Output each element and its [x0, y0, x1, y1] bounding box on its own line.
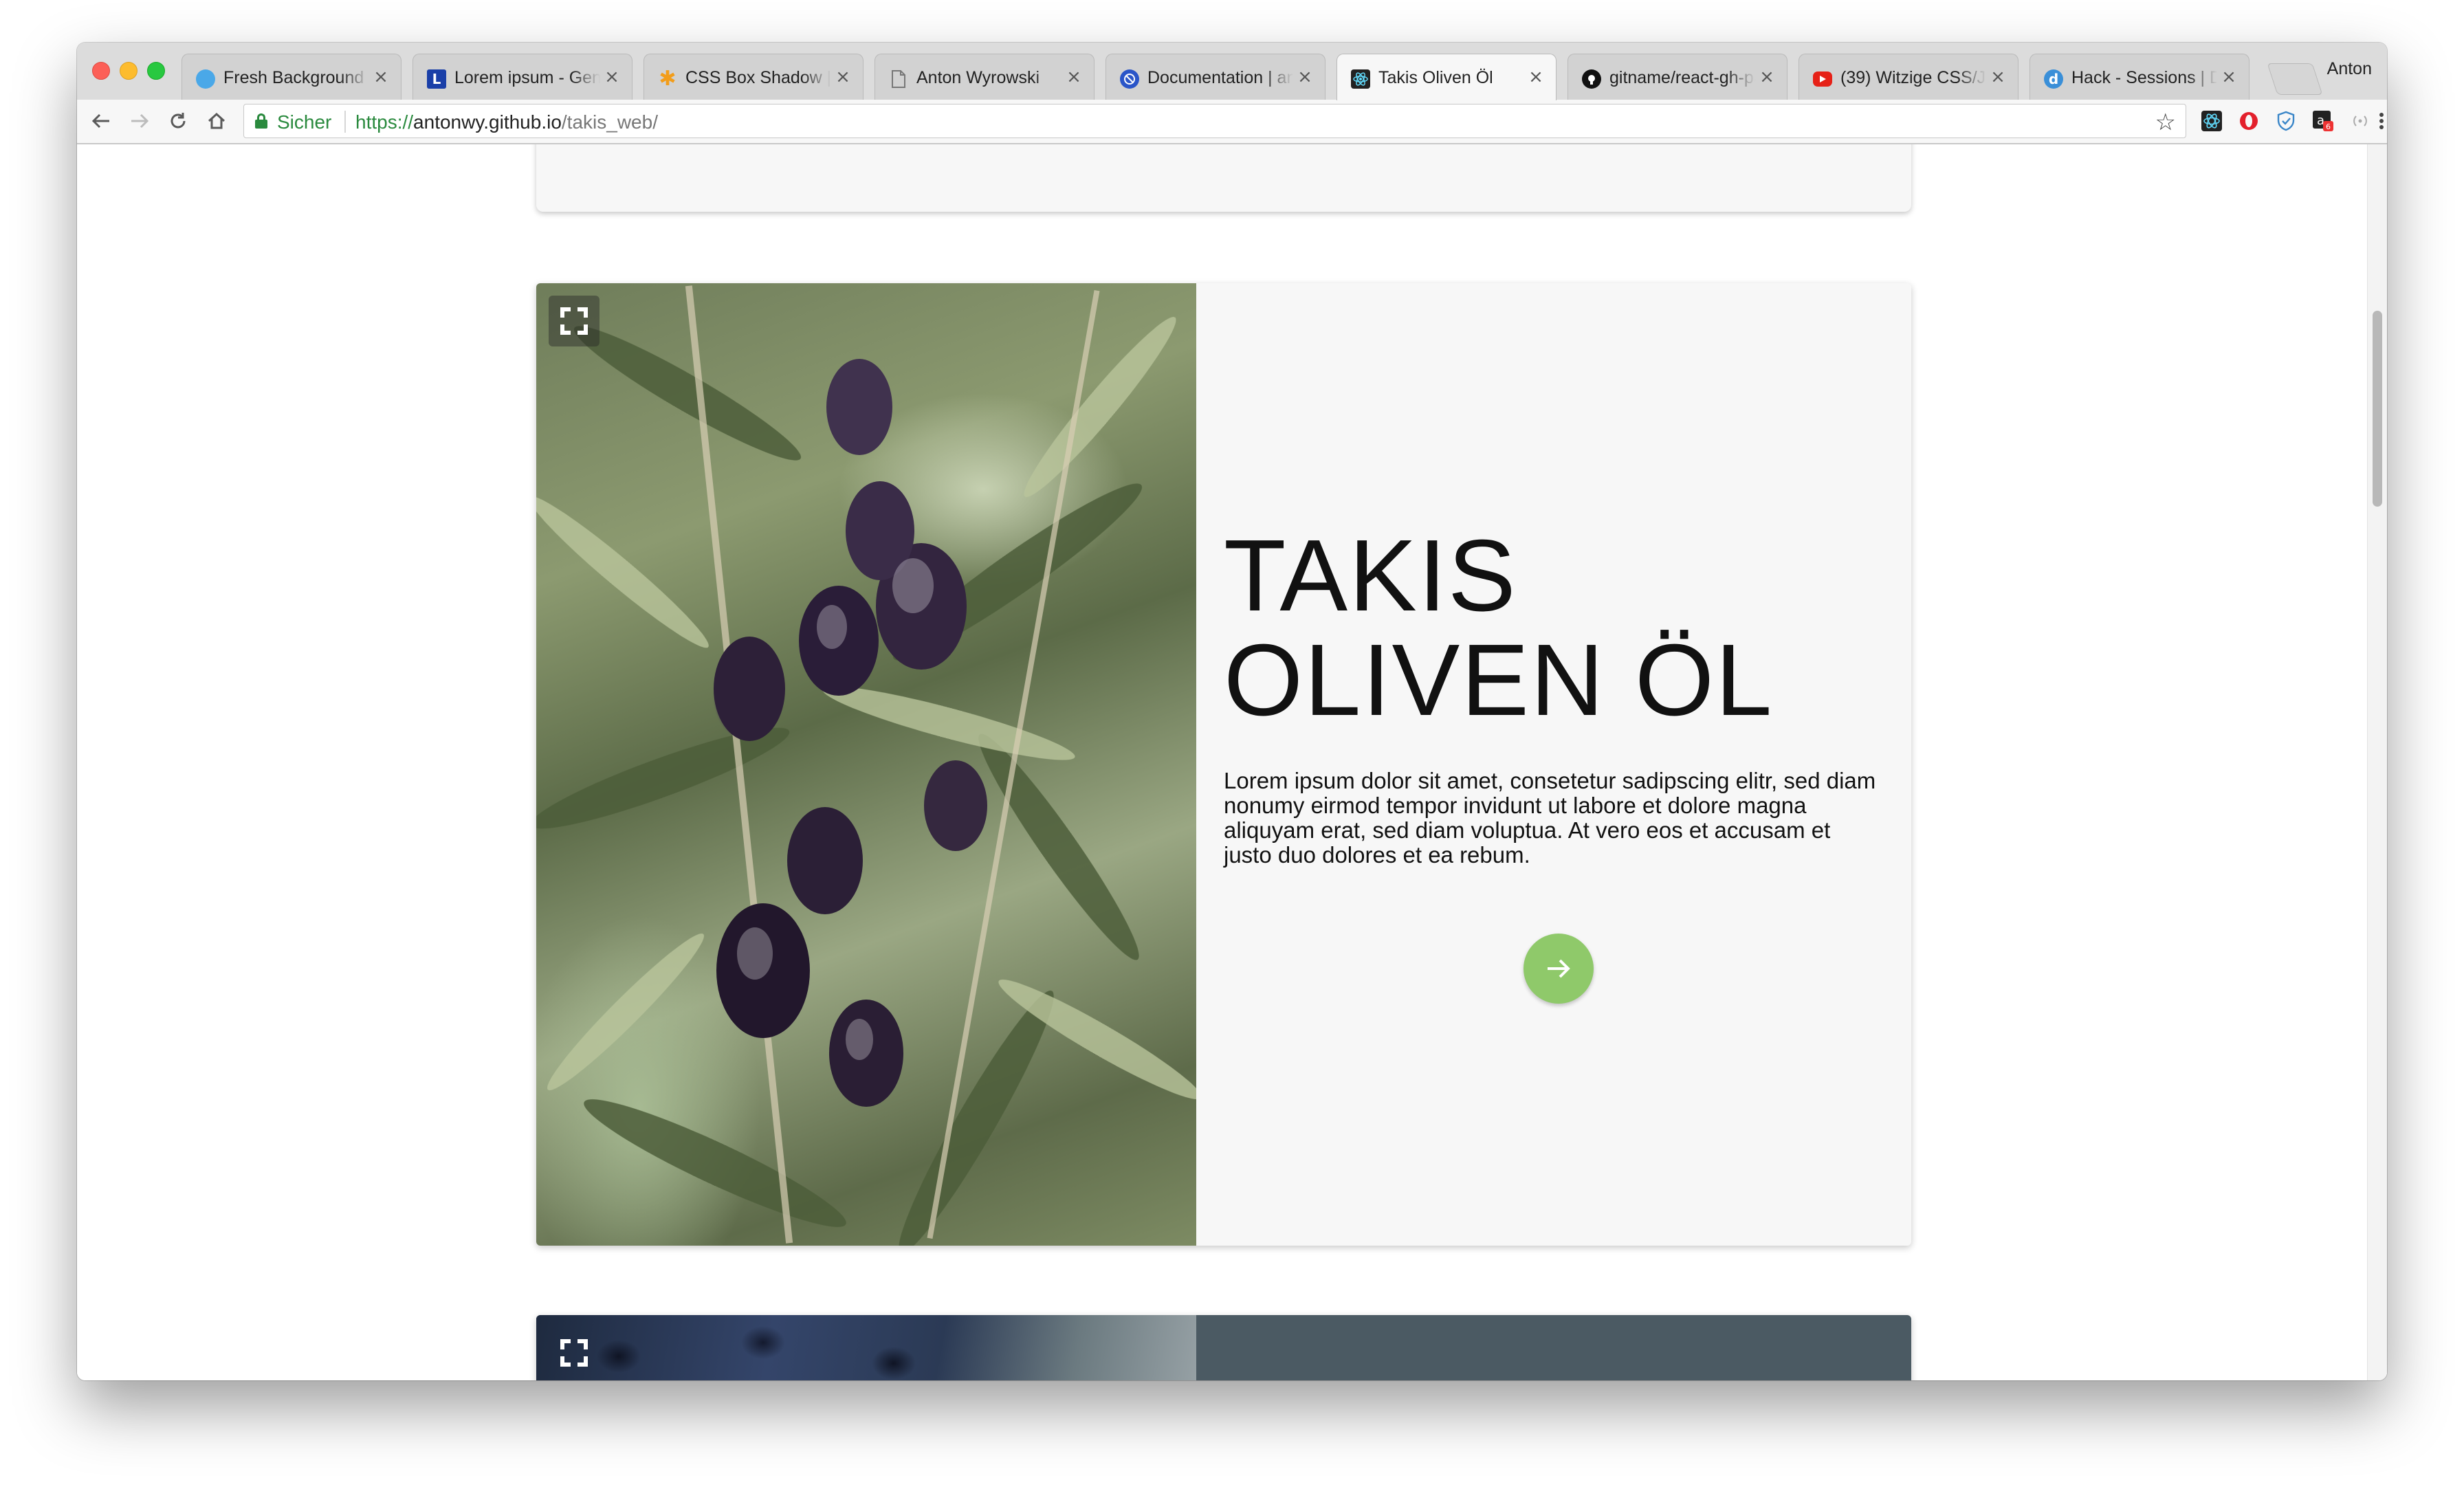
olive-leaves-illustration — [536, 285, 1196, 1246]
product-next-button[interactable] — [1524, 934, 1594, 1004]
previous-card — [536, 144, 1911, 212]
window-maximize-button[interactable] — [147, 62, 165, 80]
tab-close-icon[interactable]: × — [1064, 67, 1084, 87]
product-title: TAKIS OLIVEN ÖL — [1224, 524, 1773, 733]
window-minimize-button[interactable] — [120, 62, 138, 80]
new-tab-button[interactable] — [2267, 63, 2323, 95]
tab-close-icon[interactable]: × — [833, 67, 853, 87]
arrow-right-icon — [131, 113, 149, 129]
product-description: Lorem ipsum dolor sit amet, consetetur s… — [1224, 768, 1876, 868]
home-icon — [208, 112, 226, 129]
tab-close-icon[interactable]: × — [2219, 67, 2239, 87]
next-product-card — [536, 1315, 1911, 1380]
home-button[interactable] — [201, 105, 232, 137]
react-devtools-extension-icon[interactable] — [2200, 109, 2223, 133]
url-text[interactable]: https://antonwy.github.io/takis_web/ — [355, 111, 658, 133]
product-title-line2: OLIVEN ÖL — [1224, 624, 1774, 737]
product-text-panel: TAKIS OLIVEN ÖL Lorem ipsum dolor sit am… — [1224, 283, 1891, 1246]
tab-title: Lorem ipsum - Generator — [454, 68, 600, 87]
bookmark-star-icon[interactable]: ☆ — [2155, 109, 2176, 136]
broadcast-extension-icon[interactable] — [2348, 109, 2372, 133]
tab-title: Fresh Background Gradients — [223, 68, 369, 87]
arrow-right-icon — [1548, 959, 1570, 978]
github-favicon-icon — [1582, 69, 1601, 89]
tab-hack-sessions[interactable]: d Hack - Sessions | Dev × — [2030, 54, 2250, 100]
tab-title: Documentation | and more — [1147, 68, 1293, 87]
document-favicon-icon — [889, 69, 908, 89]
tab-gitname-react-gh-pages[interactable]: gitname/react-gh-pages × — [1568, 54, 1788, 100]
scrollbar-thumb[interactable] — [2373, 311, 2382, 507]
reload-button[interactable] — [162, 105, 194, 137]
tab-close-icon[interactable]: × — [602, 67, 622, 87]
fullscreen-expand-icon[interactable] — [549, 296, 600, 346]
tab-takis-oliven-oel[interactable]: Takis Oliven Öl × — [1336, 54, 1556, 100]
tab-title: Takis Oliven Öl — [1378, 68, 1493, 87]
tab-anton-wyrowski[interactable]: Anton Wyrowski × — [874, 54, 1094, 100]
next-card-photo — [536, 1315, 1196, 1380]
address-separator — [344, 111, 346, 133]
d-favicon-icon: d — [2044, 69, 2063, 89]
product-card: TAKIS OLIVEN ÖL Lorem ipsum dolor sit am… — [536, 283, 1911, 1246]
gradient-favicon-icon — [196, 69, 215, 89]
url-scheme: https:// — [355, 111, 414, 133]
tab-title: Anton Wyrowski — [916, 68, 1040, 87]
tab-close-icon[interactable]: × — [1295, 67, 1315, 87]
page-viewport: TAKIS OLIVEN ÖL Lorem ipsum dolor sit am… — [77, 144, 2387, 1380]
react-favicon-icon — [1351, 69, 1370, 89]
profile-name[interactable]: Anton — [2327, 59, 2372, 79]
arrow-left-icon — [91, 113, 109, 129]
browser-window: Fresh Background Gradients × L Lorem ips… — [77, 43, 2387, 1380]
secure-label: Sicher — [277, 111, 332, 133]
tab-close-icon[interactable]: × — [1988, 67, 2008, 87]
browser-toolbar: Sicher https://antonwy.github.io/takis_w… — [77, 100, 2387, 144]
reload-icon — [170, 113, 186, 129]
tab-fresh-background[interactable]: Fresh Background Gradients × — [182, 54, 402, 100]
tab-lorem-ipsum[interactable]: L Lorem ipsum - Generator × — [412, 54, 632, 100]
youtube-favicon-icon — [1813, 71, 1832, 87]
tab-documentation[interactable]: Documentation | and more × — [1106, 54, 1326, 100]
url-host: antonwy.github.io — [413, 111, 562, 133]
svg-text:6: 6 — [2326, 122, 2331, 131]
product-title-line1: TAKIS — [1224, 519, 1517, 632]
window-close-button[interactable] — [92, 62, 110, 80]
shield-extension-icon[interactable] — [2274, 109, 2298, 133]
fullscreen-expand-icon[interactable] — [549, 1327, 600, 1378]
documentation-favicon-icon — [1120, 69, 1139, 89]
tab-css-box-shadow[interactable]: ✱ CSS Box Shadow | CSS Tricks × — [644, 54, 864, 100]
tab-youtube[interactable]: (39) Witzige CSS/JS × — [1798, 54, 2018, 100]
forward-button[interactable] — [124, 105, 155, 137]
tab-title: CSS Box Shadow | CSS Tricks — [685, 68, 831, 87]
tab-close-icon[interactable]: × — [371, 67, 391, 87]
opera-extension-icon[interactable] — [2237, 109, 2260, 133]
lock-icon — [255, 113, 267, 129]
tab-close-icon[interactable]: × — [1757, 67, 1777, 87]
tab-title: Hack - Sessions | Dev — [2071, 68, 2217, 87]
asterisk-favicon-icon: ✱ — [659, 67, 676, 91]
notification-extension-icon[interactable]: a6 — [2311, 109, 2335, 133]
page-scrollbar[interactable] — [2367, 144, 2387, 1380]
chrome-menu-icon[interactable] — [2376, 109, 2387, 133]
tab-close-icon[interactable]: × — [1526, 67, 1546, 87]
tab-title: gitname/react-gh-pages — [1609, 68, 1755, 87]
olive-branch-photo — [536, 283, 1196, 1246]
url-path: /takis_web/ — [561, 111, 658, 133]
back-button[interactable] — [85, 105, 117, 137]
tab-strip: Fresh Background Gradients × L Lorem ips… — [77, 43, 2387, 100]
tab-title: (39) Witzige CSS/JS — [1840, 68, 1986, 87]
address-bar[interactable]: Sicher https://antonwy.github.io/takis_w… — [243, 104, 2186, 138]
lorem-favicon-icon: L — [427, 69, 446, 89]
